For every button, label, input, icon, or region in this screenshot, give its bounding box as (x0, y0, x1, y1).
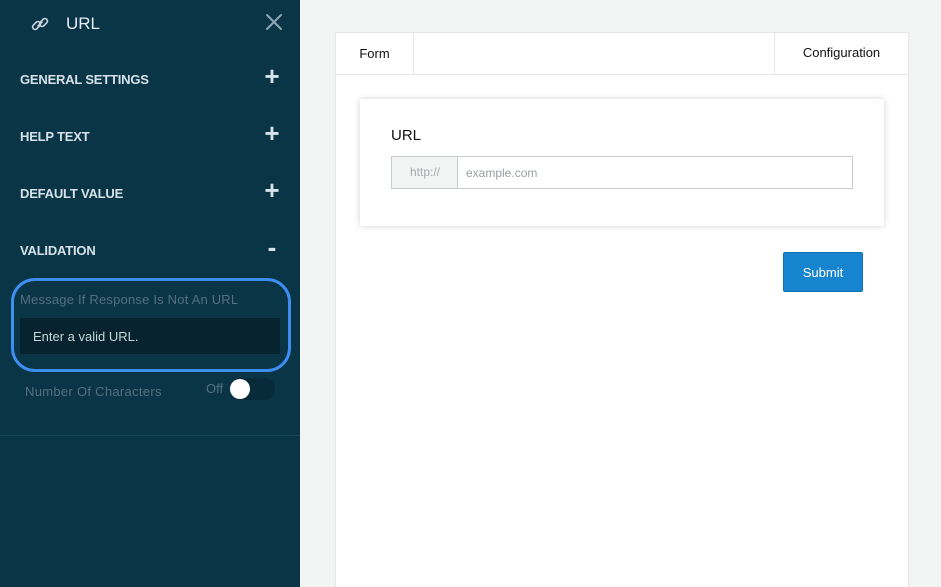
section-help-text[interactable]: HELP TEXT + (0, 117, 300, 157)
close-icon[interactable] (264, 12, 284, 32)
section-general-settings[interactable]: GENERAL SETTINGS + (0, 60, 300, 100)
expand-icon[interactable]: + (262, 176, 282, 204)
section-label: GENERAL SETTINGS (20, 72, 149, 87)
expand-icon[interactable]: + (262, 119, 282, 147)
form-preview-card: URL http:// (360, 99, 884, 226)
url-input[interactable] (457, 156, 853, 189)
toggle-knob (230, 379, 250, 399)
sidebar-header: URL (0, 0, 300, 48)
tab-configuration[interactable]: Configuration (774, 33, 908, 74)
sidebar-title: URL (66, 14, 101, 33)
url-field-label: URL (391, 127, 422, 144)
url-prefix: http:// (391, 156, 458, 189)
link-icon (31, 17, 49, 31)
sidebar: URL GENERAL SETTINGS + HELP TEXT + DEFAU… (0, 0, 300, 587)
error-message-label: Message If Response Is Not An URL (20, 292, 239, 307)
sidebar-divider (0, 435, 300, 436)
tab-form[interactable]: Form (336, 33, 414, 74)
submit-button[interactable]: Submit (783, 252, 863, 292)
number-of-characters-label: Number Of Characters (25, 384, 162, 399)
section-label: HELP TEXT (20, 129, 90, 144)
collapse-icon[interactable]: - (262, 233, 282, 261)
tab-bar: Form Configuration (336, 33, 908, 75)
section-validation[interactable]: VALIDATION - (0, 231, 300, 271)
number-of-characters-toggle[interactable] (230, 378, 275, 400)
section-label: VALIDATION (20, 243, 96, 258)
section-label: DEFAULT VALUE (20, 186, 124, 201)
toggle-state-label: Off (206, 381, 224, 396)
expand-icon[interactable]: + (262, 62, 282, 90)
error-message-input[interactable] (20, 318, 280, 354)
section-default-value[interactable]: DEFAULT VALUE + (0, 174, 300, 214)
